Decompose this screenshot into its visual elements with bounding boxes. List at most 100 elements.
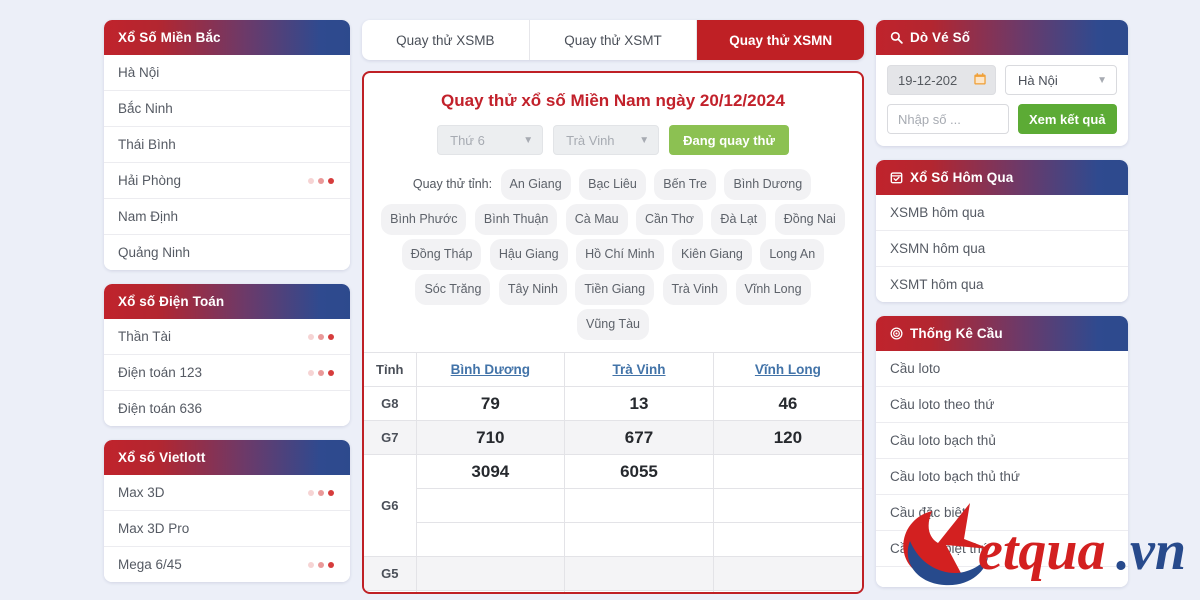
prize-label-g5: G5 [364, 556, 417, 591]
sidebar-item-mega-645[interactable]: Mega 6/45 [104, 547, 350, 582]
loading-dots-icon [308, 177, 336, 184]
view-results-button[interactable]: Xem kết quả [1017, 104, 1117, 134]
spin-button[interactable]: Đang quay thử [669, 125, 789, 155]
spin-controls: Thứ 6 ▼ Trà Vinh ▼ Đang quay thử [364, 111, 862, 167]
province-tag[interactable]: Cà Mau [565, 204, 628, 235]
tab-label: Quay thử XSMB [396, 32, 495, 48]
sidebar-item-cau-dac-biet[interactable]: Cầu đặc biệt [876, 495, 1128, 531]
sidebar-item-dien-toan-636[interactable]: Điện toán 636 [104, 391, 350, 426]
province-list-label: Quay thử tỉnh: [412, 177, 493, 191]
tab-bar: Quay thử XSMB Quay thử XSMT Quay thử XSM… [362, 20, 864, 60]
panel-title: Thống Kê Cầu [910, 326, 1003, 341]
sidebar-item-xsmt-hom-qua[interactable]: XSMT hôm qua [876, 267, 1128, 302]
chevron-down-icon: ▼ [1097, 74, 1107, 86]
province-tag[interactable]: Đồng Tháp [401, 239, 482, 270]
tab-quay-thu-xsmt[interactable]: Quay thử XSMT [530, 20, 698, 60]
prize-value: 710 [416, 420, 566, 455]
date-input[interactable]: 19-12-202 [887, 65, 996, 95]
province-tag[interactable]: Đà Lạt [711, 204, 767, 235]
tab-quay-thu-xsmn[interactable]: Quay thử XSMN [697, 20, 864, 60]
province-tag[interactable]: Vĩnh Long [735, 274, 811, 305]
tab-quay-thu-xsmb[interactable]: Quay thử XSMB [362, 20, 530, 60]
result-panel: Quay thử xổ số Miền Nam ngày 20/12/2024 … [362, 71, 864, 594]
number-input-placeholder: Nhập số ... [898, 111, 961, 127]
column-header-binh-duong[interactable]: Bình Dương [416, 352, 566, 387]
table-body: G8 79 13 46 G7 710 677 120 G6 3094 6055 … [364, 386, 862, 592]
sidebar-item-partial[interactable] [876, 567, 1128, 587]
search-icon [890, 31, 903, 44]
sidebar-item-ha-noi[interactable]: Hà Nội [104, 55, 350, 91]
province-tag[interactable]: Đồng Nai [774, 204, 845, 235]
prize-value: 13 [564, 386, 714, 421]
sidebar-item-hai-phong[interactable]: Hải Phòng [104, 163, 350, 199]
sidebar-item-cau-loto-bach-thu[interactable]: Cầu loto bạch thủ [876, 423, 1128, 459]
panel-header: Thống Kê Cầu [876, 316, 1128, 351]
prize-value: 3094 [416, 454, 566, 489]
sidebar-item-thai-binh[interactable]: Thái Bình [104, 127, 350, 163]
prize-value: 120 [713, 420, 862, 455]
sidebar-item-max-3d[interactable]: Max 3D [104, 475, 350, 511]
calendar-icon[interactable] [973, 72, 987, 89]
region-select[interactable]: Hà Nội ▼ [1005, 65, 1117, 95]
day-select[interactable]: Thứ 6 ▼ [437, 125, 544, 155]
sidebar-item-cau-loto[interactable]: Cầu loto [876, 351, 1128, 387]
sidebar-item-dien-toan-123[interactable]: Điện toán 123 [104, 355, 350, 391]
province-tag[interactable]: Tây Ninh [498, 274, 567, 305]
sidebar-item-than-tai[interactable]: Thần Tài [104, 319, 350, 355]
province-tag[interactable]: Bình Phước [381, 204, 467, 235]
sidebar-item-cau-loto-theo-thu[interactable]: Cầu loto theo thứ [876, 387, 1128, 423]
prize-value [564, 488, 714, 523]
column-header-tra-vinh[interactable]: Trà Vinh [564, 352, 714, 387]
item-label: Cầu loto bạch thủ [890, 433, 996, 448]
province-tag[interactable]: Bến Tre [654, 169, 717, 200]
calendar-check-icon [890, 171, 903, 184]
sidebar-item-cau-dac-biet-thu[interactable]: Cầu đặc biệt thứ [876, 531, 1128, 567]
item-label: Thần Tài [118, 329, 172, 344]
item-label: Bắc Ninh [118, 101, 173, 116]
sidebar-item-xsmb-hom-qua[interactable]: XSMB hôm qua [876, 195, 1128, 231]
province-tag[interactable]: Trà Vinh [662, 274, 728, 305]
sidebar-item-nam-dinh[interactable]: Nam Định [104, 199, 350, 235]
province-select[interactable]: Trà Vinh ▼ [553, 125, 660, 155]
prize-value [564, 522, 714, 557]
province-tag[interactable]: Sóc Trăng [415, 274, 491, 305]
number-input[interactable]: Nhập số ... [887, 104, 1009, 134]
sidebar-item-quang-ninh[interactable]: Quảng Ninh [104, 235, 350, 270]
prize-value [713, 522, 862, 557]
region-select-value: Hà Nội [1018, 72, 1058, 88]
sidebar-item-max-3d-pro[interactable]: Max 3D Pro [104, 511, 350, 547]
prize-label-next [364, 590, 417, 592]
column-header-vinh-long[interactable]: Vĩnh Long [713, 352, 862, 387]
province-tag[interactable]: Hồ Chí Minh [576, 239, 664, 270]
province-tag[interactable]: Kiên Giang [672, 239, 752, 270]
prize-value [416, 522, 566, 557]
search-row-top: 19-12-202 Hà Nội ▼ [887, 65, 1117, 95]
item-label: Cầu loto bạch thủ thứ [890, 469, 1020, 484]
province-tag[interactable]: Cần Thơ [636, 204, 703, 235]
sidebar-item-bac-ninh[interactable]: Bắc Ninh [104, 91, 350, 127]
province-tag[interactable]: Tiền Giang [575, 274, 655, 305]
day-select-value: Thứ 6 [450, 132, 485, 148]
item-label: Hà Nội [118, 65, 160, 80]
table-row: G6 3094 6055 [364, 454, 862, 557]
item-label: XSMB hôm qua [890, 205, 985, 220]
panel-header: Dò Vé Số [876, 20, 1128, 55]
province-tag[interactable]: Bình Dương [724, 169, 812, 200]
item-label: Thái Bình [118, 137, 176, 152]
prize-value [713, 590, 862, 592]
table-header-row: Tỉnh Bình Dương Trà Vinh Vĩnh Long [364, 352, 862, 387]
province-tag[interactable]: Bình Thuận [474, 204, 558, 235]
province-tag[interactable]: An Giang [500, 169, 571, 200]
sidebar-item-xsmn-hom-qua[interactable]: XSMN hôm qua [876, 231, 1128, 267]
date-input-value: 19-12-202 [898, 72, 958, 88]
sidebar-item-cau-loto-bach-thu-thu[interactable]: Cầu loto bạch thủ thứ [876, 459, 1128, 495]
province-tag[interactable]: Long An [760, 239, 825, 270]
province-tag[interactable]: Hậu Giang [489, 239, 568, 270]
province-tag[interactable]: Vũng Tàu [577, 309, 649, 340]
panel-body: Hà Nội Bắc Ninh Thái Bình Hải Phòng Nam … [104, 55, 350, 270]
page-title: Quay thử xổ số Miền Nam ngày 20/12/2024 [441, 91, 785, 110]
tab-label: Quay thử XSMN [729, 32, 833, 48]
panel-xo-so-vietlott: Xổ số Vietlott Max 3D Max 3D Pro Mega 6/… [104, 440, 350, 582]
panel-xo-so-hom-qua: Xổ Số Hôm Qua XSMB hôm qua XSMN hôm qua … [876, 160, 1128, 302]
province-tag[interactable]: Bạc Liêu [579, 169, 646, 200]
